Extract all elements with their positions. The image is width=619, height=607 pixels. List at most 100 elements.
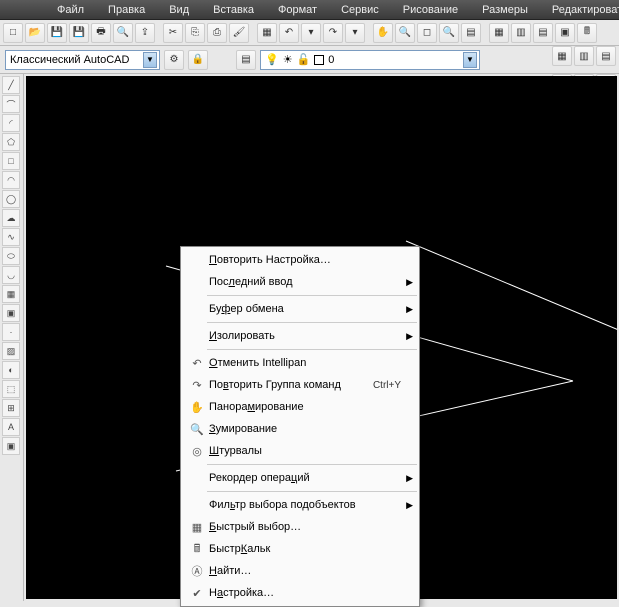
zoom-rt-button[interactable]: 🔍 xyxy=(395,23,415,43)
context-menu-label: Панорамирование xyxy=(209,401,413,413)
context-menu-item[interactable]: Буфер обмена▶ xyxy=(181,298,419,320)
designcenter-button[interactable]: ▦ xyxy=(489,23,509,43)
paste-button[interactable]: ⎙ xyxy=(207,23,227,43)
rtool-3[interactable]: ▤ xyxy=(596,46,616,66)
menu-view[interactable]: Вид xyxy=(157,1,201,19)
new-button[interactable]: □ xyxy=(3,23,23,43)
context-menu-item[interactable]: Рекордер операций▶ xyxy=(181,467,419,489)
context-menu-icon: Ⓐ xyxy=(187,563,207,579)
block-make-button[interactable]: ▣ xyxy=(2,304,20,322)
context-menu-icon: ↷ xyxy=(187,379,207,392)
context-menu-label: Быстрый выбор… xyxy=(209,521,413,533)
open-button[interactable]: 📂 xyxy=(25,23,45,43)
region-button[interactable]: ⬚ xyxy=(2,380,20,398)
submenu-arrow-icon: ▶ xyxy=(406,473,413,484)
sheetset-button[interactable]: ▤ xyxy=(533,23,553,43)
workspace-dropdown[interactable]: Классический AutoCAD ▼ xyxy=(5,50,160,70)
menu-format[interactable]: Формат xyxy=(266,1,329,19)
redo-button[interactable]: ↷ xyxy=(323,23,343,43)
layer-dropdown[interactable]: 💡 ☀ 🔓 0 ▼ xyxy=(260,50,480,70)
markup-button[interactable]: ▣ xyxy=(555,23,575,43)
revcloud-button[interactable]: ☁ xyxy=(2,209,20,227)
context-menu-item[interactable]: ↶Отменить Intellipan xyxy=(181,352,419,374)
drawing-canvas[interactable]: Повторить Настройка…Последний ввод▶Буфер… xyxy=(26,76,617,599)
line-button[interactable]: ╱ xyxy=(2,76,20,94)
submenu-arrow-icon: ▶ xyxy=(406,304,413,315)
context-menu-item[interactable]: ▦Быстрый выбор… xyxy=(181,516,419,538)
copy-button[interactable]: ⎘ xyxy=(185,23,205,43)
context-menu-label: Последний ввод xyxy=(209,276,413,288)
color-swatch xyxy=(314,55,324,65)
menu-dimensions[interactable]: Размеры xyxy=(470,1,540,19)
circle-button[interactable]: ◯ xyxy=(2,190,20,208)
point-button[interactable]: · xyxy=(2,323,20,341)
context-menu-separator xyxy=(207,464,417,465)
save-button[interactable]: 💾 xyxy=(47,23,67,43)
pan-button[interactable]: ✋ xyxy=(373,23,393,43)
context-menu-item[interactable]: ↷Повторить Группа командCtrl+Y xyxy=(181,374,419,396)
cut-button[interactable]: ✂ xyxy=(163,23,183,43)
mtext-button[interactable]: ▣ xyxy=(2,437,20,455)
menu-tools[interactable]: Сервис xyxy=(329,1,391,19)
zoom-window-button[interactable]: ◻ xyxy=(417,23,437,43)
print-button[interactable]: 🖶 xyxy=(91,23,111,43)
bulb-icon: 💡 xyxy=(265,53,279,66)
plot-preview-button[interactable]: 🔍 xyxy=(113,23,133,43)
context-menu-separator xyxy=(207,295,417,296)
pline-button[interactable]: ◜ xyxy=(2,114,20,132)
context-menu-item[interactable]: Последний ввод▶ xyxy=(181,271,419,293)
sun-icon: ☀ xyxy=(283,53,293,66)
context-menu-item[interactable]: Повторить Настройка… xyxy=(181,249,419,271)
layer-props-button[interactable]: ▤ xyxy=(236,50,256,70)
chevron-down-icon: ▼ xyxy=(463,52,477,68)
context-menu-item[interactable]: 🖩БыстрКальк xyxy=(181,538,419,560)
hatch-button[interactable]: ▨ xyxy=(2,342,20,360)
publish-button[interactable]: ⇪ xyxy=(135,23,155,43)
chevron-down-icon: ▼ xyxy=(143,52,157,68)
standard-toolbar: □ 📂 💾 💾 🖶 🔍 ⇪ ✂ ⎘ ⎙ 🖌 ▦ ↶ ▾ ↷ ▾ ✋ 🔍 ◻ 🔍 … xyxy=(0,20,619,46)
menu-modify[interactable]: Редактировать xyxy=(540,1,619,19)
arc-button[interactable]: ◠ xyxy=(2,171,20,189)
gradient-button[interactable]: ◐ xyxy=(2,361,20,379)
ellipse-button[interactable]: ⬭ xyxy=(2,247,20,265)
submenu-arrow-icon: ▶ xyxy=(406,277,413,288)
polygon-button[interactable]: ⬠ xyxy=(2,133,20,151)
properties-button[interactable]: ▤ xyxy=(461,23,481,43)
context-menu-item[interactable]: ◎Штурвалы xyxy=(181,440,419,462)
menu-draw[interactable]: Рисование xyxy=(391,1,470,19)
ellipse-arc-button[interactable]: ◡ xyxy=(2,266,20,284)
rect-button[interactable]: □ xyxy=(2,152,20,170)
text-button[interactable]: А xyxy=(2,418,20,436)
rtool-1[interactable]: ▦ xyxy=(552,46,572,66)
menu-file[interactable]: Файл xyxy=(45,1,96,19)
menu-insert[interactable]: Вставка xyxy=(201,1,266,19)
calc-button[interactable]: 🖩 xyxy=(577,23,597,43)
context-menu-item[interactable]: ✋Панорамирование xyxy=(181,396,419,418)
context-menu-label: Штурвалы xyxy=(209,445,413,457)
menu-edit[interactable]: Правка xyxy=(96,1,157,19)
redo-dropdown-button[interactable]: ▾ xyxy=(345,23,365,43)
context-menu-icon: ✋ xyxy=(187,401,207,414)
match-button[interactable]: 🖌 xyxy=(229,23,249,43)
undo-button[interactable]: ↶ xyxy=(279,23,299,43)
context-menu-label: Повторить Настройка… xyxy=(209,254,413,266)
submenu-arrow-icon: ▶ xyxy=(406,331,413,342)
table-button[interactable]: ⊞ xyxy=(2,399,20,417)
context-menu-item[interactable]: 🔍Зумирование xyxy=(181,418,419,440)
context-menu-icon: ◎ xyxy=(187,445,207,458)
insert-button[interactable]: ▦ xyxy=(2,285,20,303)
undo-dropdown-button[interactable]: ▾ xyxy=(301,23,321,43)
spline-button[interactable]: ∿ xyxy=(2,228,20,246)
block-button[interactable]: ▦ xyxy=(257,23,277,43)
context-menu-item[interactable]: Фильтр выбора подобъектов▶ xyxy=(181,494,419,516)
workspace-lock-button[interactable]: 🔒 xyxy=(188,50,208,70)
rtool-2[interactable]: ▥ xyxy=(574,46,594,66)
tool-palettes-button[interactable]: ▥ xyxy=(511,23,531,43)
context-menu-item[interactable]: ⒶНайти… xyxy=(181,560,419,582)
context-menu-item[interactable]: Изолировать▶ xyxy=(181,325,419,347)
ray-button[interactable]: ⌒ xyxy=(2,95,20,113)
zoom-prev-button[interactable]: 🔍 xyxy=(439,23,459,43)
saveas-button[interactable]: 💾 xyxy=(69,23,89,43)
context-menu-label: Изолировать xyxy=(209,330,413,342)
workspace-settings-button[interactable]: ⚙ xyxy=(164,50,184,70)
